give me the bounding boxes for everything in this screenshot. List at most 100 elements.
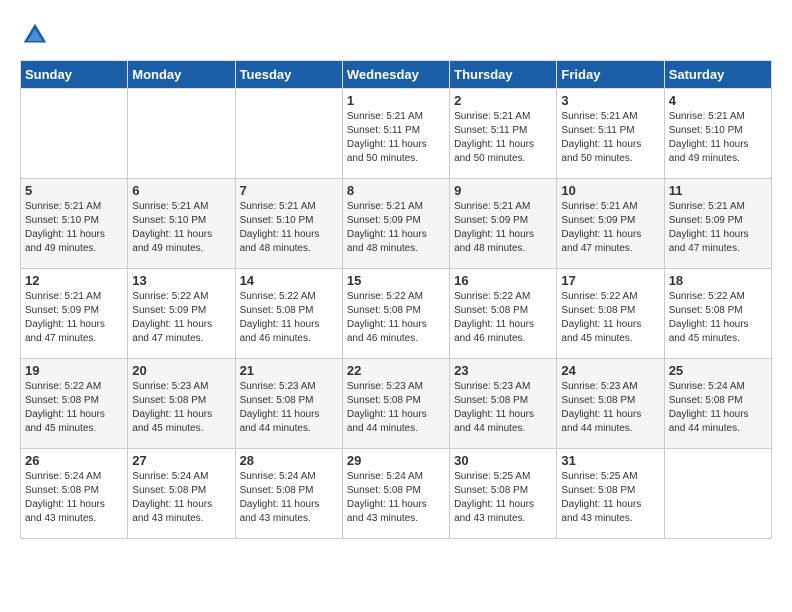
day-number: 4 bbox=[669, 93, 767, 108]
day-cell: 31 Sunrise: 5:25 AM Sunset: 5:08 PM Dayli… bbox=[557, 449, 664, 539]
day-number: 16 bbox=[454, 273, 552, 288]
day-cell: 1 Sunrise: 5:21 AM Sunset: 5:11 PM Daylig… bbox=[342, 89, 449, 179]
day-number: 25 bbox=[669, 363, 767, 378]
day-cell: 7 Sunrise: 5:21 AM Sunset: 5:10 PM Daylig… bbox=[235, 179, 342, 269]
day-number: 13 bbox=[132, 273, 230, 288]
day-cell bbox=[128, 89, 235, 179]
day-cell: 11 Sunrise: 5:21 AM Sunset: 5:09 PM Dayli… bbox=[664, 179, 771, 269]
day-cell bbox=[235, 89, 342, 179]
day-number: 10 bbox=[561, 183, 659, 198]
header-wednesday: Wednesday bbox=[342, 61, 449, 89]
day-cell: 10 Sunrise: 5:21 AM Sunset: 5:09 PM Dayli… bbox=[557, 179, 664, 269]
logo-icon bbox=[20, 20, 50, 50]
day-number: 18 bbox=[669, 273, 767, 288]
day-info: Sunrise: 5:24 AM Sunset: 5:08 PM Dayligh… bbox=[669, 380, 767, 436]
day-number: 30 bbox=[454, 453, 552, 468]
day-info: Sunrise: 5:22 AM Sunset: 5:08 PM Dayligh… bbox=[25, 380, 123, 436]
day-info: Sunrise: 5:21 AM Sunset: 5:09 PM Dayligh… bbox=[347, 200, 445, 256]
day-info: Sunrise: 5:23 AM Sunset: 5:08 PM Dayligh… bbox=[132, 380, 230, 436]
header-thursday: Thursday bbox=[450, 61, 557, 89]
day-number: 26 bbox=[25, 453, 123, 468]
logo bbox=[20, 20, 54, 50]
day-cell: 24 Sunrise: 5:23 AM Sunset: 5:08 PM Dayli… bbox=[557, 359, 664, 449]
day-info: Sunrise: 5:22 AM Sunset: 5:08 PM Dayligh… bbox=[561, 290, 659, 346]
day-info: Sunrise: 5:21 AM Sunset: 5:10 PM Dayligh… bbox=[240, 200, 338, 256]
day-cell: 20 Sunrise: 5:23 AM Sunset: 5:08 PM Dayli… bbox=[128, 359, 235, 449]
day-number: 7 bbox=[240, 183, 338, 198]
day-cell: 6 Sunrise: 5:21 AM Sunset: 5:10 PM Daylig… bbox=[128, 179, 235, 269]
day-info: Sunrise: 5:21 AM Sunset: 5:11 PM Dayligh… bbox=[561, 110, 659, 166]
day-cell: 3 Sunrise: 5:21 AM Sunset: 5:11 PM Daylig… bbox=[557, 89, 664, 179]
day-cell: 16 Sunrise: 5:22 AM Sunset: 5:08 PM Dayli… bbox=[450, 269, 557, 359]
day-info: Sunrise: 5:24 AM Sunset: 5:08 PM Dayligh… bbox=[347, 470, 445, 526]
day-cell: 9Sunrise: 5:21 AM Sunset: 5:09 PM Daylig… bbox=[450, 179, 557, 269]
day-cell: 21Sunrise: 5:23 AM Sunset: 5:08 PM Dayli… bbox=[235, 359, 342, 449]
header-monday: Monday bbox=[128, 61, 235, 89]
day-info: Sunrise: 5:22 AM Sunset: 5:08 PM Dayligh… bbox=[454, 290, 552, 346]
day-cell: 18 Sunrise: 5:22 AM Sunset: 5:08 PM Dayli… bbox=[664, 269, 771, 359]
day-number: 14 bbox=[240, 273, 338, 288]
day-number: 22 bbox=[347, 363, 445, 378]
day-number: 29 bbox=[347, 453, 445, 468]
day-info: Sunrise: 5:21 AM Sunset: 5:09 PM Dayligh… bbox=[25, 290, 123, 346]
week-row-1: 1 Sunrise: 5:21 AM Sunset: 5:11 PM Daylig… bbox=[21, 89, 772, 179]
day-number: 8 bbox=[347, 183, 445, 198]
day-cell: 23 Sunrise: 5:23 AM Sunset: 5:08 PM Dayli… bbox=[450, 359, 557, 449]
week-row-2: 5 Sunrise: 5:21 AM Sunset: 5:10 PM Daylig… bbox=[21, 179, 772, 269]
page-header bbox=[20, 20, 772, 50]
day-info: Sunrise: 5:23 AM Sunset: 5:08 PM Dayligh… bbox=[347, 380, 445, 436]
day-info: Sunrise: 5:21 AM Sunset: 5:10 PM Dayligh… bbox=[25, 200, 123, 256]
day-info: Sunrise: 5:23 AM Sunset: 5:08 PM Dayligh… bbox=[454, 380, 552, 436]
day-cell: 5 Sunrise: 5:21 AM Sunset: 5:10 PM Daylig… bbox=[21, 179, 128, 269]
week-row-4: 19 Sunrise: 5:22 AM Sunset: 5:08 PM Dayli… bbox=[21, 359, 772, 449]
day-number: 9 bbox=[454, 183, 552, 198]
day-cell: 14 Sunrise: 5:22 AM Sunset: 5:08 PM Dayli… bbox=[235, 269, 342, 359]
day-number: 17 bbox=[561, 273, 659, 288]
day-cell: 27Sunrise: 5:24 AM Sunset: 5:08 PM Dayli… bbox=[128, 449, 235, 539]
week-row-3: 12 Sunrise: 5:21 AM Sunset: 5:09 PM Dayli… bbox=[21, 269, 772, 359]
day-number: 21 bbox=[240, 363, 338, 378]
day-number: 28 bbox=[240, 453, 338, 468]
day-info: Sunrise: 5:24 AM Sunset: 5:08 PM Dayligh… bbox=[240, 470, 338, 526]
day-number: 20 bbox=[132, 363, 230, 378]
header-sunday: Sunday bbox=[21, 61, 128, 89]
day-number: 19 bbox=[25, 363, 123, 378]
day-info: Sunrise: 5:22 AM Sunset: 5:08 PM Dayligh… bbox=[347, 290, 445, 346]
day-info: Sunrise: 5:21 AM Sunset: 5:10 PM Dayligh… bbox=[669, 110, 767, 166]
day-number: 3 bbox=[561, 93, 659, 108]
day-cell: 22 Sunrise: 5:23 AM Sunset: 5:08 PM Dayli… bbox=[342, 359, 449, 449]
day-number: 12 bbox=[25, 273, 123, 288]
day-info: Sunrise: 5:21 AM Sunset: 5:09 PM Dayligh… bbox=[669, 200, 767, 256]
day-cell: 12 Sunrise: 5:21 AM Sunset: 5:09 PM Dayli… bbox=[21, 269, 128, 359]
day-cell: 28 Sunrise: 5:24 AM Sunset: 5:08 PM Dayli… bbox=[235, 449, 342, 539]
day-info: Sunrise: 5:22 AM Sunset: 5:09 PM Dayligh… bbox=[132, 290, 230, 346]
day-info: Sunrise: 5:25 AM Sunset: 5:08 PM Dayligh… bbox=[561, 470, 659, 526]
day-cell bbox=[664, 449, 771, 539]
day-number: 5 bbox=[25, 183, 123, 198]
day-cell: 8 Sunrise: 5:21 AM Sunset: 5:09 PM Daylig… bbox=[342, 179, 449, 269]
day-cell: 19 Sunrise: 5:22 AM Sunset: 5:08 PM Dayli… bbox=[21, 359, 128, 449]
day-info: Sunrise: 5:22 AM Sunset: 5:08 PM Dayligh… bbox=[669, 290, 767, 346]
day-cell: 26 Sunrise: 5:24 AM Sunset: 5:08 PM Dayli… bbox=[21, 449, 128, 539]
day-info: Sunrise: 5:22 AM Sunset: 5:08 PM Dayligh… bbox=[240, 290, 338, 346]
day-number: 23 bbox=[454, 363, 552, 378]
day-info: Sunrise: 5:21 AM Sunset: 5:09 PM Dayligh… bbox=[561, 200, 659, 256]
day-number: 11 bbox=[669, 183, 767, 198]
day-cell bbox=[21, 89, 128, 179]
day-number: 24 bbox=[561, 363, 659, 378]
day-number: 1 bbox=[347, 93, 445, 108]
day-cell: 17 Sunrise: 5:22 AM Sunset: 5:08 PM Dayli… bbox=[557, 269, 664, 359]
day-info: Sunrise: 5:24 AM Sunset: 5:08 PM Dayligh… bbox=[25, 470, 123, 526]
calendar-header-row: SundayMondayTuesdayWednesdayThursdayFrid… bbox=[21, 61, 772, 89]
day-number: 31 bbox=[561, 453, 659, 468]
day-number: 27 bbox=[132, 453, 230, 468]
day-number: 6 bbox=[132, 183, 230, 198]
day-info: Sunrise: 5:25 AM Sunset: 5:08 PM Dayligh… bbox=[454, 470, 552, 526]
day-info: Sunrise: 5:21 AM Sunset: 5:10 PM Dayligh… bbox=[132, 200, 230, 256]
header-tuesday: Tuesday bbox=[235, 61, 342, 89]
calendar: SundayMondayTuesdayWednesdayThursdayFrid… bbox=[20, 60, 772, 539]
day-info: Sunrise: 5:23 AM Sunset: 5:08 PM Dayligh… bbox=[561, 380, 659, 436]
day-cell: 29 Sunrise: 5:24 AM Sunset: 5:08 PM Dayli… bbox=[342, 449, 449, 539]
header-friday: Friday bbox=[557, 61, 664, 89]
day-info: Sunrise: 5:21 AM Sunset: 5:11 PM Dayligh… bbox=[347, 110, 445, 166]
